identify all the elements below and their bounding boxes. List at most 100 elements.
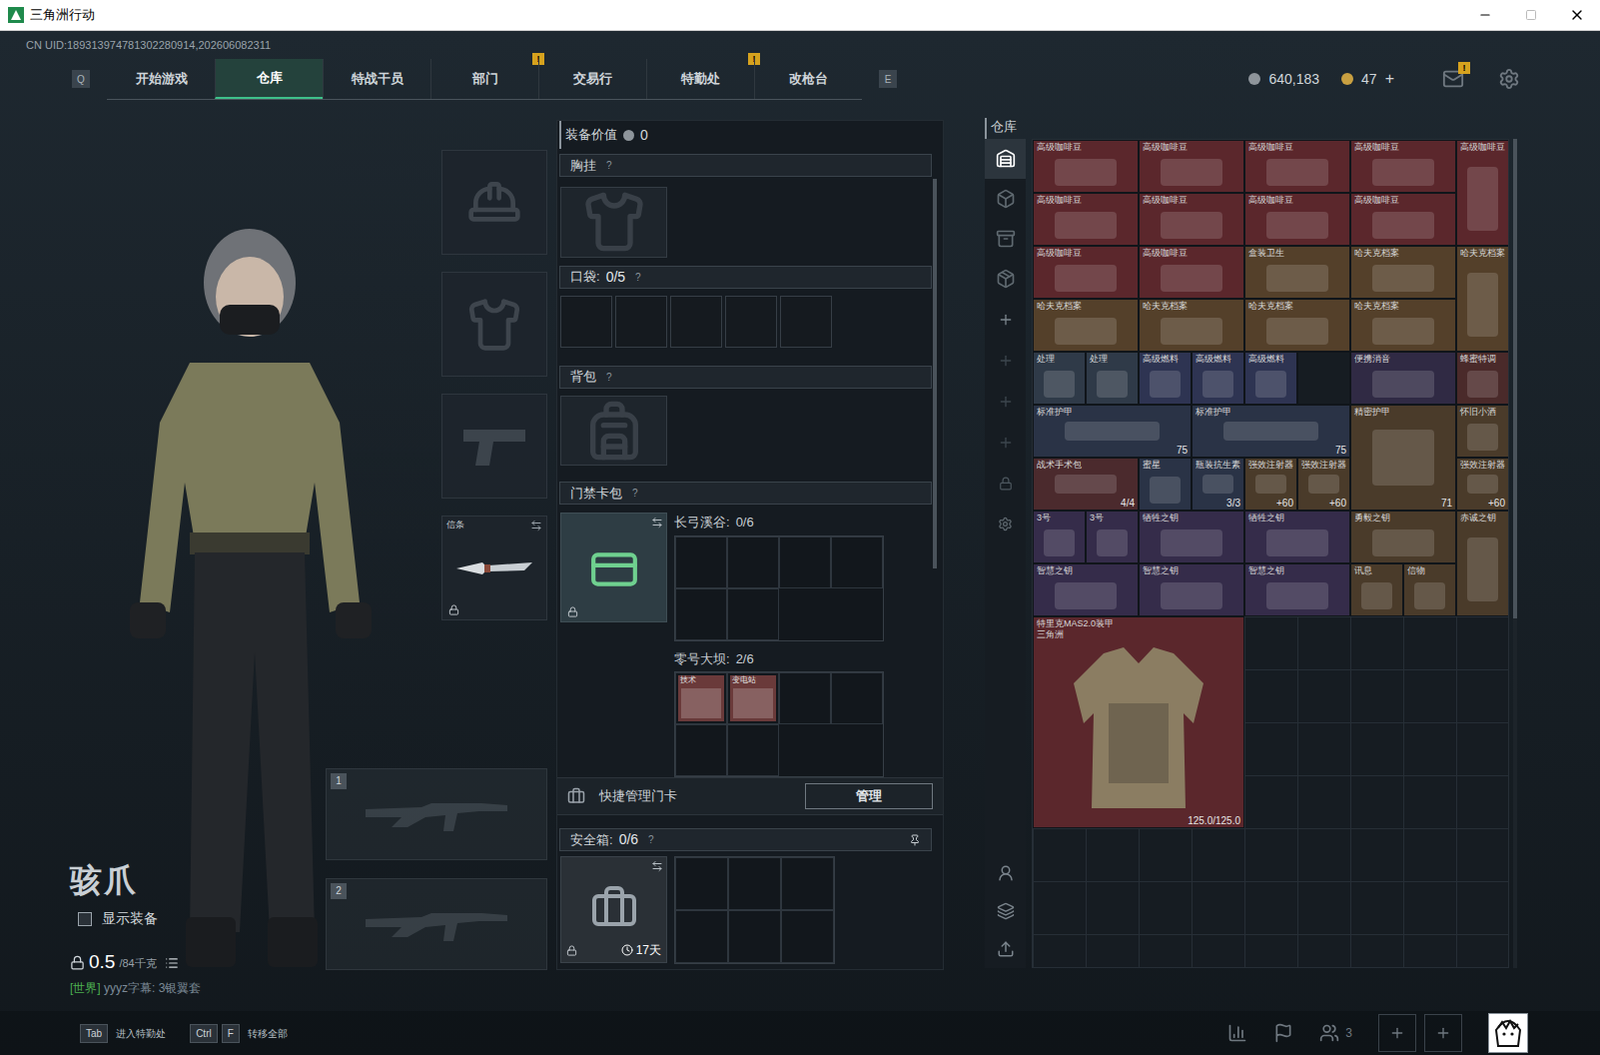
warehouse-item[interactable]: 高级燃料 [1138, 351, 1192, 405]
warehouse-item[interactable]: 高级咖啡豆 [1350, 192, 1457, 246]
keycard[interactable]: 技术 [678, 675, 725, 722]
warehouse-item[interactable]: 信物 [1403, 563, 1457, 617]
warehouse-item[interactable]: 高级咖啡豆 [1138, 139, 1245, 193]
close-button[interactable] [1554, 0, 1600, 30]
pocket-slot[interactable] [560, 295, 613, 348]
warehouse-item[interactable]: 高级咖啡豆 [1244, 139, 1351, 193]
warehouse-item[interactable]: 勇毅之钥 [1350, 510, 1457, 564]
warehouse-item[interactable]: 哈夫克档案 [1244, 298, 1351, 352]
warehouse-item[interactable]: 高级咖啡豆 [1138, 245, 1245, 299]
warehouse-item[interactable]: 高级咖啡豆 [1032, 245, 1139, 299]
show-equipment-toggle[interactable]: 显示装备 [77, 907, 326, 929]
safe-box-slot[interactable] [781, 856, 834, 910]
warehouse-item[interactable]: 便携消音 [1350, 351, 1457, 405]
help-mark[interactable]: ? [606, 369, 613, 385]
help-mark[interactable]: ? [606, 157, 613, 173]
pin-icon[interactable] [908, 833, 921, 846]
pocket-slot[interactable] [670, 295, 723, 348]
equipment-slot[interactable]: 信条 [441, 515, 548, 621]
help-mark[interactable]: ? [635, 269, 642, 285]
warehouse-item[interactable]: 智慧之钥 [1244, 563, 1351, 617]
warehouse-item[interactable]: 哈夫克档案 [1350, 298, 1457, 352]
warehouse-item[interactable]: 高级咖啡豆 [1032, 139, 1139, 193]
pocket-slot[interactable] [615, 295, 668, 348]
keycard-slot[interactable] [727, 536, 780, 589]
stack-icon[interactable] [996, 901, 1015, 920]
prev-key[interactable]: Q [71, 69, 90, 88]
player-avatar[interactable] [1488, 1012, 1529, 1053]
pocket-slot[interactable] [725, 295, 778, 348]
key-hint[interactable]: Tab进入特勤处 [79, 1023, 166, 1043]
empty-cell[interactable] [1297, 351, 1351, 405]
swap-icon[interactable] [530, 519, 543, 532]
keycard[interactable]: 变电站 [730, 675, 777, 722]
next-key[interactable]: E [878, 69, 897, 88]
loadout-scroll[interactable]: 胸挂?口袋:0/5?背包?门禁卡包?长弓溪谷:0/6零号大坝:2/6技术变电站 [557, 148, 943, 778]
keycard-slot[interactable]: 技术 [675, 672, 728, 725]
checkbox[interactable] [77, 911, 92, 926]
keycard-case[interactable] [560, 512, 668, 623]
safe-box-slot[interactable] [675, 856, 729, 910]
scrollbar[interactable] [932, 178, 937, 569]
warehouse-item[interactable]: 瓶装抗生素3/3 [1191, 457, 1245, 511]
keycard-slot[interactable] [675, 536, 728, 589]
warehouse-item[interactable]: 智慧之钥 [1032, 563, 1139, 617]
add-page-button[interactable] [984, 421, 1026, 463]
manage-button[interactable]: 管理 [804, 783, 933, 809]
warehouse-item[interactable]: 智慧之钥 [1138, 563, 1245, 617]
equipment-slot[interactable] [441, 393, 548, 499]
add-page-button[interactable] [984, 339, 1026, 381]
keycard-slot[interactable] [727, 724, 780, 777]
keycard-slot[interactable] [779, 672, 831, 725]
help-mark[interactable]: ? [648, 831, 655, 847]
keycard-slot[interactable] [675, 724, 728, 777]
nav-tab[interactable]: 开始游戏 [106, 58, 215, 99]
keycard-slot[interactable] [779, 536, 831, 589]
keycard-slot[interactable] [727, 588, 780, 641]
warehouse-item[interactable]: 讯息 [1350, 563, 1404, 617]
warehouse-item[interactable]: 特里克MAS2.0装甲三角洲125.0/125.0 [1032, 616, 1245, 828]
warehouse-item[interactable]: 3号 [1085, 510, 1139, 564]
settings-icon[interactable] [997, 516, 1013, 532]
warehouse-item[interactable]: 强效注射器+60 [1297, 457, 1351, 511]
keycard-slot[interactable]: 变电站 [727, 672, 780, 725]
add-page-button[interactable] [984, 380, 1026, 422]
warehouse-item[interactable]: 牺牲之钥 [1138, 510, 1245, 564]
keycard-slot[interactable] [830, 536, 883, 589]
safe-box[interactable]: 17天 [560, 855, 668, 963]
warehouse-item[interactable]: 牺牲之钥 [1244, 510, 1351, 564]
safe-box-slot[interactable] [675, 909, 729, 963]
warehouse-item[interactable]: 高级燃料 [1244, 351, 1298, 405]
key-hint[interactable]: CtrlF转移全部 [189, 1023, 288, 1043]
warehouse-item[interactable]: 精密护甲71 [1350, 404, 1457, 511]
keycard-slot[interactable] [830, 672, 883, 725]
nav-tab[interactable]: 部门! [430, 58, 539, 99]
warehouse-item[interactable]: 蜜星 [1138, 457, 1192, 511]
warehouse-item[interactable]: 战术手术包4/4 [1032, 457, 1139, 511]
warehouse-tab[interactable] [984, 178, 1026, 219]
sort-icon[interactable] [996, 939, 1015, 958]
warehouse-item[interactable]: 处理 [1085, 351, 1139, 405]
warehouse-item[interactable]: 哈夫克档案 [1138, 298, 1245, 352]
pocket-slot[interactable] [780, 295, 832, 348]
warehouse-item[interactable]: 蜂蜜特调 [1456, 351, 1510, 405]
backpack-slot[interactable] [560, 395, 668, 467]
nav-tab[interactable]: 改枪台 [754, 58, 862, 99]
keycard-slot[interactable] [675, 588, 728, 641]
help-mark[interactable]: ? [632, 485, 639, 501]
weapon-slot[interactable]: 2 [325, 877, 548, 970]
warehouse-item[interactable]: 标准护甲75 [1191, 404, 1351, 458]
warehouse-item[interactable]: 哈夫克档案 [1350, 245, 1457, 299]
invite-slot[interactable] [1378, 1013, 1417, 1052]
warehouse-item[interactable]: 高级咖啡豆 [1138, 192, 1245, 246]
warehouse-item[interactable]: 赤诚之钥 [1456, 510, 1510, 617]
add-tickets-button[interactable]: + [1385, 66, 1395, 91]
equipment-slot[interactable] [441, 271, 548, 377]
nav-tab[interactable]: 仓库 [214, 58, 323, 99]
mail-button[interactable]: ! [1442, 67, 1465, 90]
warehouse-item[interactable]: 高级咖啡豆 [1244, 192, 1351, 246]
safe-box-slot[interactable] [728, 856, 782, 910]
friends-button[interactable]: 3 [1319, 1022, 1353, 1043]
settings-icon[interactable] [1498, 67, 1521, 90]
equipment-slot[interactable] [441, 149, 548, 255]
